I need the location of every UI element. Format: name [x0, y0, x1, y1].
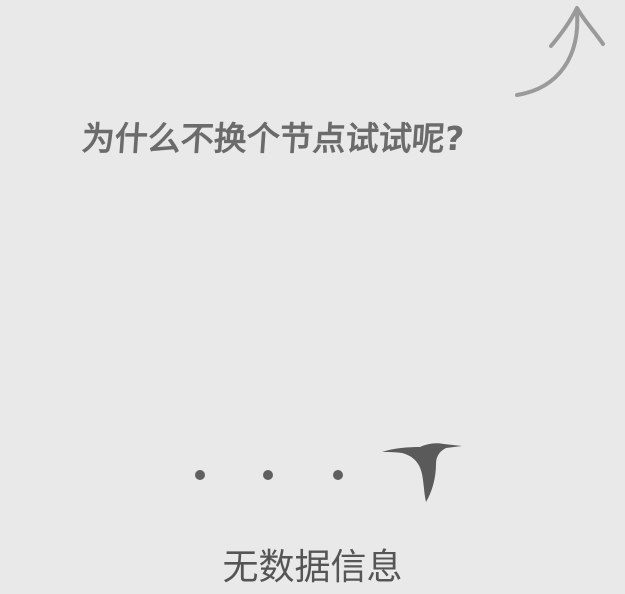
dot [195, 470, 205, 480]
hint-text: 为什么不换个节点试试呢? [80, 119, 466, 158]
bird-icon [382, 443, 462, 502]
dot [263, 470, 273, 480]
dot [333, 470, 343, 480]
curved-arrow-up-icon [515, 6, 605, 97]
empty-state-label: 无数据信息 [222, 547, 403, 588]
empty-state-screen: 为什么不换个节点试试呢? 无数据信息 [0, 0, 625, 594]
